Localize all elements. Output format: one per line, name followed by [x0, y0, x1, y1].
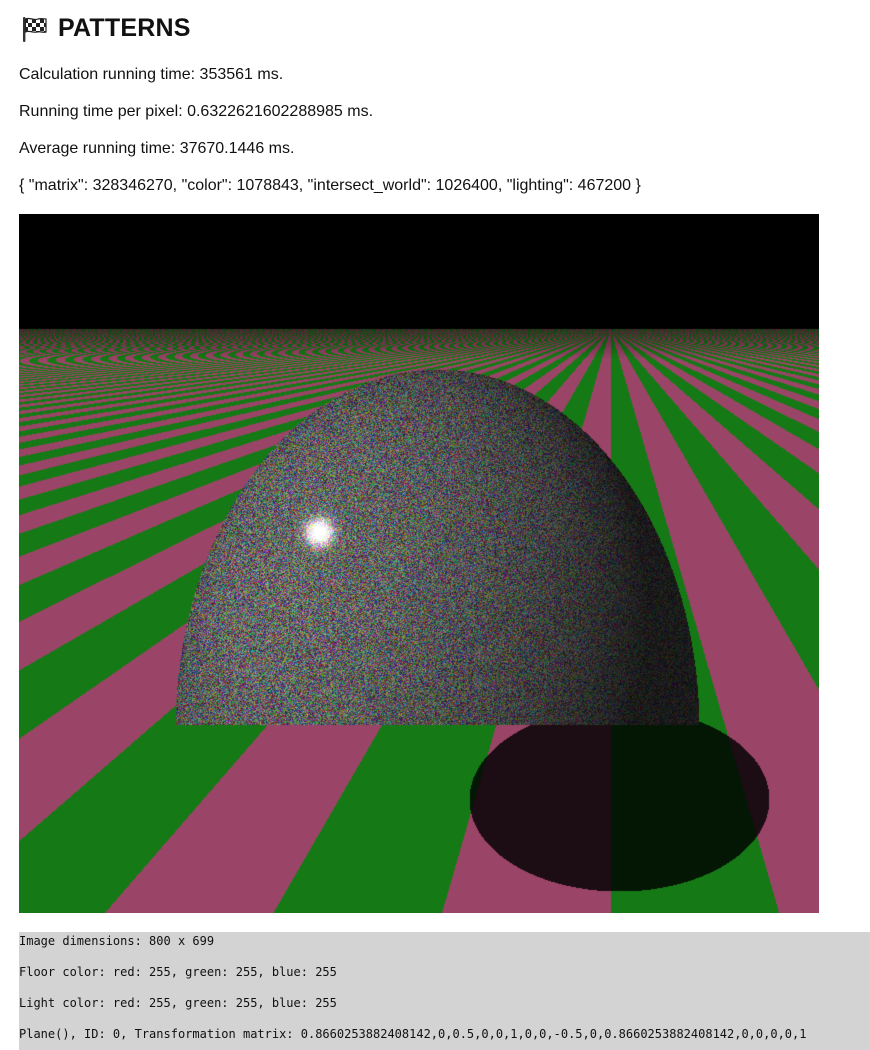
- page-header: PATTERNS: [20, 14, 191, 43]
- time-per-pixel-text: Running time per pixel: 0.63226216022889…: [19, 103, 374, 120]
- log-line-plane: Plane(), ID: 0, Transformation matrix: 0…: [19, 1027, 807, 1041]
- call-counts-text: { "matrix": 328346270, "color": 1078843,…: [19, 177, 641, 194]
- calculation-time-text: Calculation running time: 353561 ms.: [19, 66, 284, 83]
- log-line-dimensions: Image dimensions: 800 x 699: [19, 934, 215, 948]
- checkered-flag-icon: [23, 16, 47, 42]
- log-line-light-color: Light color: red: 255, green: 255, blue:…: [19, 996, 337, 1010]
- page-title: PATTERNS: [58, 14, 191, 42]
- log-line-floor-color: Floor color: red: 255, green: 255, blue:…: [19, 965, 337, 979]
- log-panel: Image dimensions: 800 x 699 Floor color:…: [19, 932, 870, 1050]
- average-time-text: Average running time: 37670.1446 ms.: [19, 140, 295, 157]
- rendered-image: [19, 214, 819, 913]
